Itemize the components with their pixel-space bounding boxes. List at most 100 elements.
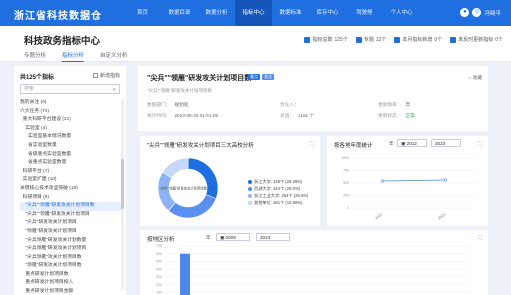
stat-label: 未反时更新指标	[458, 37, 494, 43]
y-tick-label: 600	[156, 252, 162, 256]
nav-item[interactable]: 个人中心	[383, 0, 420, 26]
tag-badge: 关注	[262, 74, 274, 80]
top-nav-bar: 浙江省科技数据仓 首页 数据目录 数据分析 指标中心 数据标准 库存中心 驾驶舱 个人中心 ●…	[0, 0, 511, 26]
nav-item[interactable]: 库存中心	[309, 0, 346, 26]
stats-bar: 指标总数 125个 专题 12个 本月指标新增 0个 未反时更新指标 0个	[304, 36, 503, 43]
legend-label: 西湖大学: 344个 (29.0%)	[254, 185, 301, 191]
pie-slice[interactable]	[168, 194, 217, 219]
stat-label: 本月指标新增	[402, 37, 433, 43]
tree-item[interactable]: 省级重点实验室数量	[20, 151, 124, 160]
tree-item[interactable]: "领雁"研发攻关计划项目数	[20, 262, 124, 271]
stat-icon	[450, 36, 457, 43]
new-indicator-checkbox[interactable]: 新增指标	[92, 72, 120, 79]
tree-item[interactable]: "领雁"研发攻关计划项目	[20, 228, 124, 237]
search-input[interactable]: 搜索 ⌕	[20, 84, 120, 94]
stat-item: 指标总数 125个	[304, 36, 348, 43]
y-tick-label: 300	[156, 275, 162, 279]
stat-label: 专题	[363, 37, 374, 43]
tree-item[interactable]: 重点研发计划项目投入	[20, 279, 124, 288]
y-tick-label: 400	[156, 267, 162, 271]
tree-item[interactable]: "尖兵领雁"研发攻关计划数量	[20, 237, 124, 246]
search-icon[interactable]: ⌕	[113, 86, 116, 95]
tree-item[interactable]: 实验室 (4)	[20, 125, 124, 134]
app-logo[interactable]: 浙江省科技数据仓	[14, 7, 102, 22]
nav-item[interactable]: 数据标准	[272, 0, 309, 26]
sidebar-title: 共125个指标	[20, 75, 55, 81]
tree-item[interactable]: 我的关注 (0)	[20, 99, 124, 108]
tree-item[interactable]: 省实验室数量	[20, 142, 124, 151]
tree-scrollbar[interactable]	[121, 99, 124, 289]
tree-item[interactable]: 重大科研平台建设 (21)	[20, 116, 124, 125]
tree-item[interactable]: 科研项目 (9)	[20, 194, 124, 203]
sub-tab[interactable]: 专题分析	[24, 51, 46, 62]
pie-slice[interactable]	[157, 171, 177, 212]
bar-chart-card: 按地区分析 年 ▣ 2009 2023 ⛶ 010020030040050060…	[140, 230, 488, 295]
indicator-title: "尖兵""领雁"研发攻关计划项目数	[147, 75, 252, 82]
tree-item[interactable]: "尖兵""领雁"研发攻关计划项目	[20, 211, 124, 220]
tag-badge: 重点	[248, 74, 260, 80]
stat-value: 12个	[375, 37, 387, 43]
line-chart-card: 按各地年度统计 年 ▣ 2012 2023 ⛶ 0 250 500 750 1000 20…	[327, 136, 488, 226]
nav-item[interactable]: 数据分析	[198, 0, 235, 26]
nav-item[interactable]: 首页	[124, 0, 161, 26]
sub-tab[interactable]: 指标分析	[62, 51, 85, 62]
tree-item[interactable]: "尖兵"研发攻关计划项目	[20, 219, 124, 228]
stat-icon	[304, 36, 311, 43]
tree-item[interactable]: 省重点实验室数量	[20, 159, 124, 168]
page-header: 科技政务指标中心 专题分析 指标分析 自定义分析 指标总数 125个 专题 12个 本月指标…	[0, 26, 511, 62]
stat-item: 本月指标新增 0个	[394, 36, 442, 43]
stat-icon	[355, 36, 362, 43]
tree-item[interactable]: 六大任务 (74)	[20, 108, 124, 117]
tree-item[interactable]: 重点研发计划项目数	[20, 271, 124, 280]
stat-value: 0个	[434, 37, 443, 43]
legend-swatch	[248, 200, 252, 205]
avatar[interactable]: ☺	[472, 8, 482, 17]
legend-label: 浙江大学: 345个 (29.29%)	[254, 178, 303, 184]
legend-item[interactable]: 西湖大学: 344个 (29.0%)	[248, 185, 308, 192]
y-tick-label: 500	[343, 181, 349, 185]
legend-item[interactable]: 浙江工业大学: 254个 (25.9%)	[248, 192, 308, 199]
tree-item[interactable]: 关键核心技术攻坚突破 (19)	[20, 185, 124, 194]
sub-tab[interactable]: 自定义分析	[100, 51, 128, 62]
nav-item[interactable]: 数据目录	[161, 0, 198, 26]
donut-chart-card: "尖兵""领雁"研发攻关计划项目三大高校分析 ⛶ "尖兵""领雁"研发攻关计划项…	[140, 136, 320, 226]
collect-button[interactable]: ☆ 收藏	[468, 75, 482, 81]
tree-item[interactable]: "尖兵""领雁"研发攻关计划项目数	[20, 202, 124, 211]
data-point[interactable]	[380, 179, 384, 183]
tree-item[interactable]: "尖兵领雁"研发攻关计划项目	[20, 245, 124, 254]
legend-item[interactable]: 其他单位: 181个 (15.59%)	[248, 199, 308, 206]
pie-slice[interactable]	[187, 157, 219, 199]
stat-label: 指标总数	[312, 37, 333, 43]
nav-item[interactable]: 驾驶舱	[346, 0, 383, 26]
bar[interactable]	[180, 253, 190, 295]
legend-item[interactable]: 浙江大学: 345个 (29.29%)	[248, 178, 308, 185]
y-tick-label: 700	[156, 244, 162, 248]
collect-label: 收藏	[473, 75, 482, 80]
stat-item: 专题 12个	[355, 36, 387, 43]
tree-item[interactable]: 重点研发计划项目金额	[20, 288, 124, 295]
y-tick-label: 750	[343, 169, 349, 173]
tree-item[interactable]: 实验室基本情况数量	[20, 133, 124, 142]
checkbox-label: 新增指标	[99, 73, 120, 79]
y-tick-label: 100	[156, 290, 162, 294]
user-name[interactable]: 冯晓平	[484, 9, 501, 17]
x-tick-label: 2023	[437, 213, 446, 221]
tree-item[interactable]: 实验室扩建 (10)	[20, 176, 124, 185]
field-status: 更新状态： 正常	[378, 113, 415, 118]
checkbox-box[interactable]	[92, 73, 98, 78]
bell-icon[interactable]: ●	[460, 8, 470, 17]
y-tick-label: 0	[347, 206, 349, 210]
data-point[interactable]	[444, 178, 448, 182]
field-department: 数据部门： 规划处	[147, 102, 189, 107]
field-stat-time: 统计时间： 2023-08-26 01:51:09	[147, 113, 218, 118]
donut-legend: 浙江大学: 345个 (29.29%) 西湖大学: 344个 (29.0%) 浙江工…	[248, 178, 308, 206]
y-tick-label: 250	[343, 194, 349, 198]
nav-item[interactable]: 指标中心	[235, 0, 272, 26]
tree-item[interactable]: 科研平台 (7)	[20, 168, 124, 177]
stat-value: 0个	[495, 37, 503, 43]
donut-center-label: "尖兵""领雁"研发攻关计划项目数（个）	[159, 186, 216, 191]
scrollbar-thumb[interactable]	[121, 159, 124, 209]
user-menu[interactable]: ● ☺ 冯晓平	[460, 8, 501, 17]
tree-item[interactable]: "尖兵领雁"攻关计划项目数	[20, 254, 124, 263]
series-line	[382, 179, 446, 182]
